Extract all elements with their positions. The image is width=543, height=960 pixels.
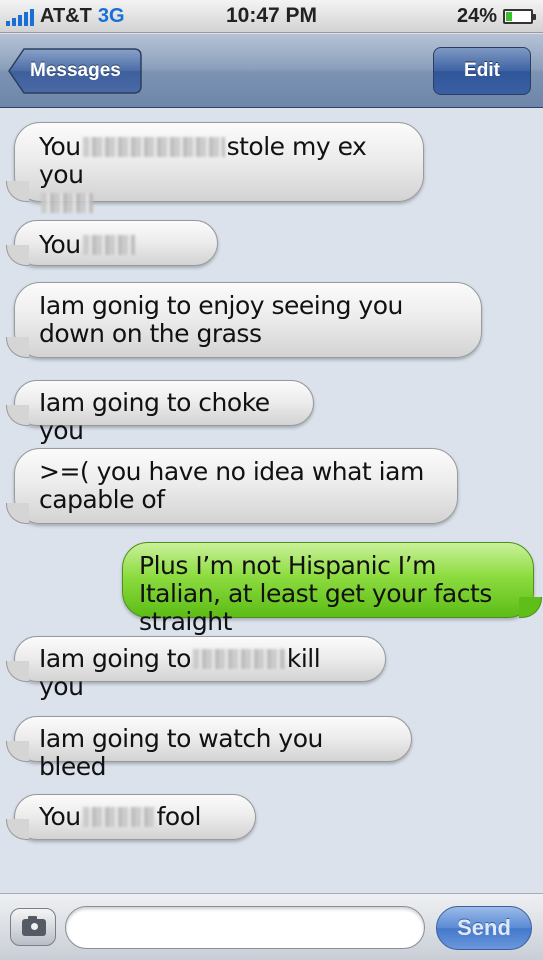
blurred-word: [82, 235, 135, 255]
message-text: Iam going to choke you: [39, 388, 270, 445]
blurred-word: [192, 649, 285, 669]
status-bar: AT&T 3G 10:47 PM 24%: [0, 0, 543, 33]
back-button-label: Messages: [30, 60, 121, 81]
message-text: You: [39, 230, 81, 259]
blurred-word: [82, 807, 155, 827]
message-thread[interactable]: You stole my ex you You Iam gonig to enjo…: [0, 108, 543, 893]
composer-bar: Send: [0, 893, 543, 960]
messages-app: AT&T 3G 10:47 PM 24% Messages Edit You s…: [0, 0, 543, 960]
back-button[interactable]: Messages: [8, 48, 142, 94]
message-text: You: [39, 132, 81, 161]
message-bubble-received[interactable]: You stole my ex you: [6, 122, 424, 213]
blurred-word: [82, 137, 225, 157]
navigation-bar: Messages Edit: [0, 34, 543, 108]
message-bubble-sent[interactable]: Plus I’m not Hispanic I’m Italian, at le…: [122, 542, 542, 636]
camera-button[interactable]: [10, 908, 56, 946]
message-text: Iam gonig to enjoy seeing you down on th…: [39, 291, 403, 348]
message-bubble-received[interactable]: Iam going to kill you: [6, 636, 386, 701]
message-bubble-received[interactable]: You fool: [6, 794, 256, 840]
message-text: You: [39, 802, 81, 831]
message-bubble-received[interactable]: You: [6, 220, 218, 266]
message-text: fool: [156, 802, 202, 831]
battery-icon: [503, 9, 536, 24]
camera-icon-lens: [29, 921, 40, 932]
message-bubble-received[interactable]: Iam gonig to enjoy seeing you down on th…: [6, 282, 482, 358]
message-text: Plus I’m not Hispanic I’m Italian, at le…: [139, 551, 492, 636]
blurred-word: [41, 193, 93, 213]
message-bubble-received[interactable]: Iam going to choke you: [6, 380, 314, 445]
message-text: Iam going to: [39, 644, 191, 673]
message-bubble-received[interactable]: Iam going to watch you bleed: [6, 716, 412, 781]
battery-fill: [506, 12, 512, 21]
message-input[interactable]: [65, 906, 425, 949]
message-bubble-received[interactable]: >=( you have no idea what iam capable of: [6, 448, 458, 524]
battery-percent: 24%: [456, 5, 497, 27]
edit-button[interactable]: Edit: [433, 47, 531, 95]
send-button[interactable]: Send: [436, 906, 532, 950]
message-text: Iam going to watch you bleed: [39, 724, 323, 781]
message-text: >=( you have no idea what iam capable of: [39, 457, 424, 514]
